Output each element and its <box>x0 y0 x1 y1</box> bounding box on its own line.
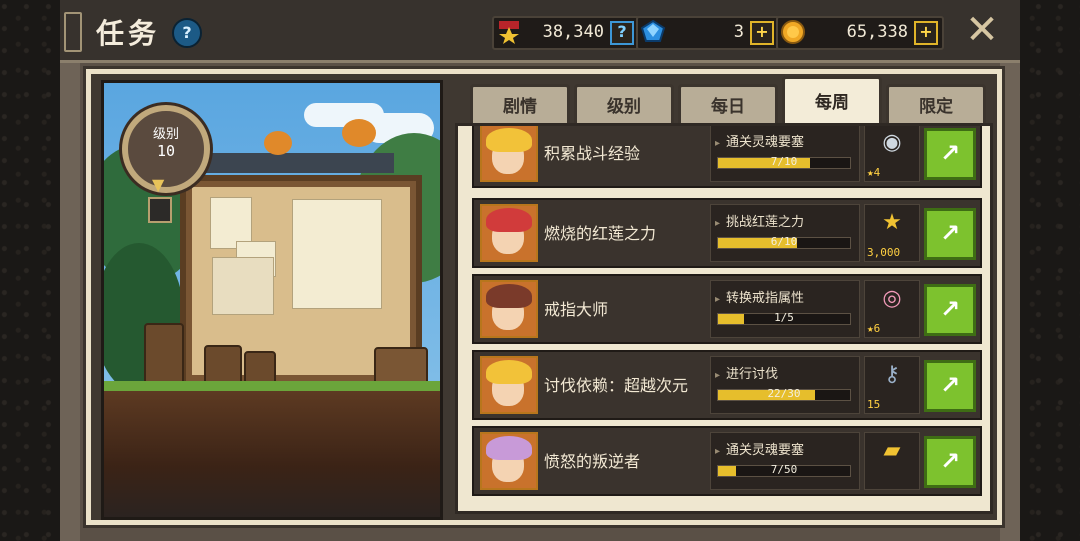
quest-row[interactable]: 燃烧的红莲之力 挑战红莲之力 6/10 ★ 3,000 ↗ <box>472 198 982 268</box>
reward-quantity: ★4 <box>867 166 881 179</box>
go-button[interactable]: ↗ <box>924 208 976 260</box>
quest-name: 积累战斗经验 <box>544 144 641 163</box>
progress-text: 22/30 <box>767 387 801 400</box>
go-button[interactable]: ↗ <box>924 360 976 412</box>
quest-task-label: 通关灵魂要塞 <box>715 439 804 458</box>
ticket-icon: ▰ <box>883 438 901 463</box>
avatar-hair <box>486 436 532 460</box>
medal-amount: 38,340 <box>542 22 604 42</box>
quest-list[interactable]: 积累战斗经验通关灵魂要塞7/10◉★4↗燃烧的红莲之力挑战红莲之力6/10★3,… <box>455 123 993 514</box>
quest-reward[interactable]: ⚷ 15 <box>864 356 920 414</box>
reward-quantity: 3,000 <box>867 246 901 259</box>
gold-coin-icon <box>781 20 805 44</box>
quest-row[interactable]: 戒指大师转换戒指属性1/5◎★6↗ <box>472 274 982 344</box>
tab-story[interactable]: 剧情 <box>470 84 570 127</box>
quest-name: 愤怒的叛逆者 <box>544 452 641 471</box>
quest-name: 燃烧的红莲之力 <box>544 224 657 243</box>
quest-task: 通关灵魂要塞 7/50 <box>710 432 860 490</box>
progress-bar: 7/10 <box>717 155 851 169</box>
quest-reward[interactable]: ▰ <box>864 432 920 490</box>
close-icon[interactable]: ✕ <box>962 10 1002 50</box>
gem-amount: 3 <box>733 22 744 42</box>
quest-task: 挑战红莲之力 6/10 <box>710 204 860 262</box>
progress-text: 6/10 <box>770 235 798 248</box>
gold-amount: 65,338 <box>846 22 908 42</box>
quest-row[interactable]: 愤怒的叛逆者 通关灵魂要塞 7/50 ▰ ↗ <box>472 426 982 496</box>
progress-bar: 1/5 <box>717 311 851 325</box>
reward-quantity: ★6 <box>867 322 881 335</box>
quest-task-label: 转换戒指属性 <box>715 287 804 306</box>
pumpkin-icon <box>264 131 292 155</box>
avatar-hair <box>486 360 532 384</box>
help-button[interactable]: ? <box>172 18 202 48</box>
level-value: 10 <box>156 142 176 160</box>
quest-avatar <box>480 204 538 262</box>
quest-name: 戒指大师 <box>544 300 609 319</box>
header-ornament-icon <box>64 12 82 52</box>
quest-row[interactable]: 讨伐依赖：超越次元进行讨伐22/30⚷15↗ <box>472 350 982 420</box>
quest-task: 进行讨伐 22/30 <box>710 356 860 414</box>
notice-paper <box>212 257 274 315</box>
medal-info-button[interactable]: ? <box>610 21 634 45</box>
avatar-hair <box>486 208 532 232</box>
go-button[interactable]: ↗ <box>924 284 976 336</box>
level-label: 级别 <box>152 127 179 142</box>
tab-daily[interactable]: 每日 <box>678 84 778 127</box>
progress-bar: 7/50 <box>717 463 851 477</box>
barrel <box>144 323 184 387</box>
progress-bar: 22/30 <box>717 387 851 401</box>
quest-task: 通关灵魂要塞 7/10 <box>710 126 860 182</box>
quest-board-scene: 级别 10 ▼ <box>101 80 443 520</box>
avatar-hair <box>486 284 532 308</box>
gem-currency: 3 + <box>636 16 780 50</box>
tab-limited[interactable]: 限定 <box>886 84 986 127</box>
progress-bar: 6/10 <box>717 235 851 249</box>
quest-task-label: 挑战红莲之力 <box>715 211 804 230</box>
progress-text: 7/50 <box>770 463 798 476</box>
gold-currency: 65,338 + <box>776 16 944 50</box>
quest-reward[interactable]: ◎ ★6 <box>864 280 920 338</box>
header-bar: 任务 ? 38,340 ? 3 + 65,338 + ✕ <box>60 0 1020 63</box>
ground <box>104 391 440 517</box>
quest-task: 转换戒指属性 1/5 <box>710 280 860 338</box>
quest-reward[interactable]: ◉ ★4 <box>864 126 920 182</box>
gem-add-button[interactable]: + <box>750 21 774 45</box>
gem-icon <box>640 19 666 42</box>
go-button[interactable]: ↗ <box>924 436 976 488</box>
pumpkin-icon <box>342 119 376 147</box>
quest-task-label: 进行讨伐 <box>715 363 778 382</box>
quest-task-label: 通关灵魂要塞 <box>715 131 804 150</box>
quest-row[interactable]: 积累战斗经验通关灵魂要塞7/10◉★4↗ <box>472 126 982 188</box>
avatar-hair <box>486 128 532 152</box>
go-button[interactable]: ↗ <box>924 128 976 180</box>
page-title: 任务 <box>96 17 161 50</box>
grass <box>104 381 440 391</box>
medal-icon: ★ <box>882 210 902 235</box>
quest-avatar <box>480 126 538 182</box>
progress-text: 7/10 <box>770 155 798 168</box>
window-left-edge <box>60 60 80 541</box>
quest-reward[interactable]: ★ 3,000 <box>864 204 920 262</box>
donut-icon: ◎ <box>882 286 902 311</box>
notice-paper <box>292 199 382 309</box>
tab-level[interactable]: 级别 <box>574 84 674 127</box>
chevron-down-icon: ▼ <box>152 175 165 194</box>
quest-avatar <box>480 356 538 414</box>
key-icon: ⚷ <box>883 362 901 387</box>
tab-weekly[interactable]: 每周 <box>782 76 882 129</box>
gold-add-button[interactable]: + <box>914 21 938 45</box>
quest-name: 讨伐依赖：超越次元 <box>544 376 689 395</box>
lantern-icon <box>148 197 172 223</box>
quest-avatar <box>480 432 538 490</box>
robot-icon: ◉ <box>882 130 902 155</box>
quest-avatar <box>480 280 538 338</box>
medal-icon <box>499 21 519 44</box>
progress-text: 1/5 <box>774 311 794 324</box>
medal-currency: 38,340 ? <box>492 16 640 50</box>
reward-quantity: 15 <box>867 398 881 411</box>
